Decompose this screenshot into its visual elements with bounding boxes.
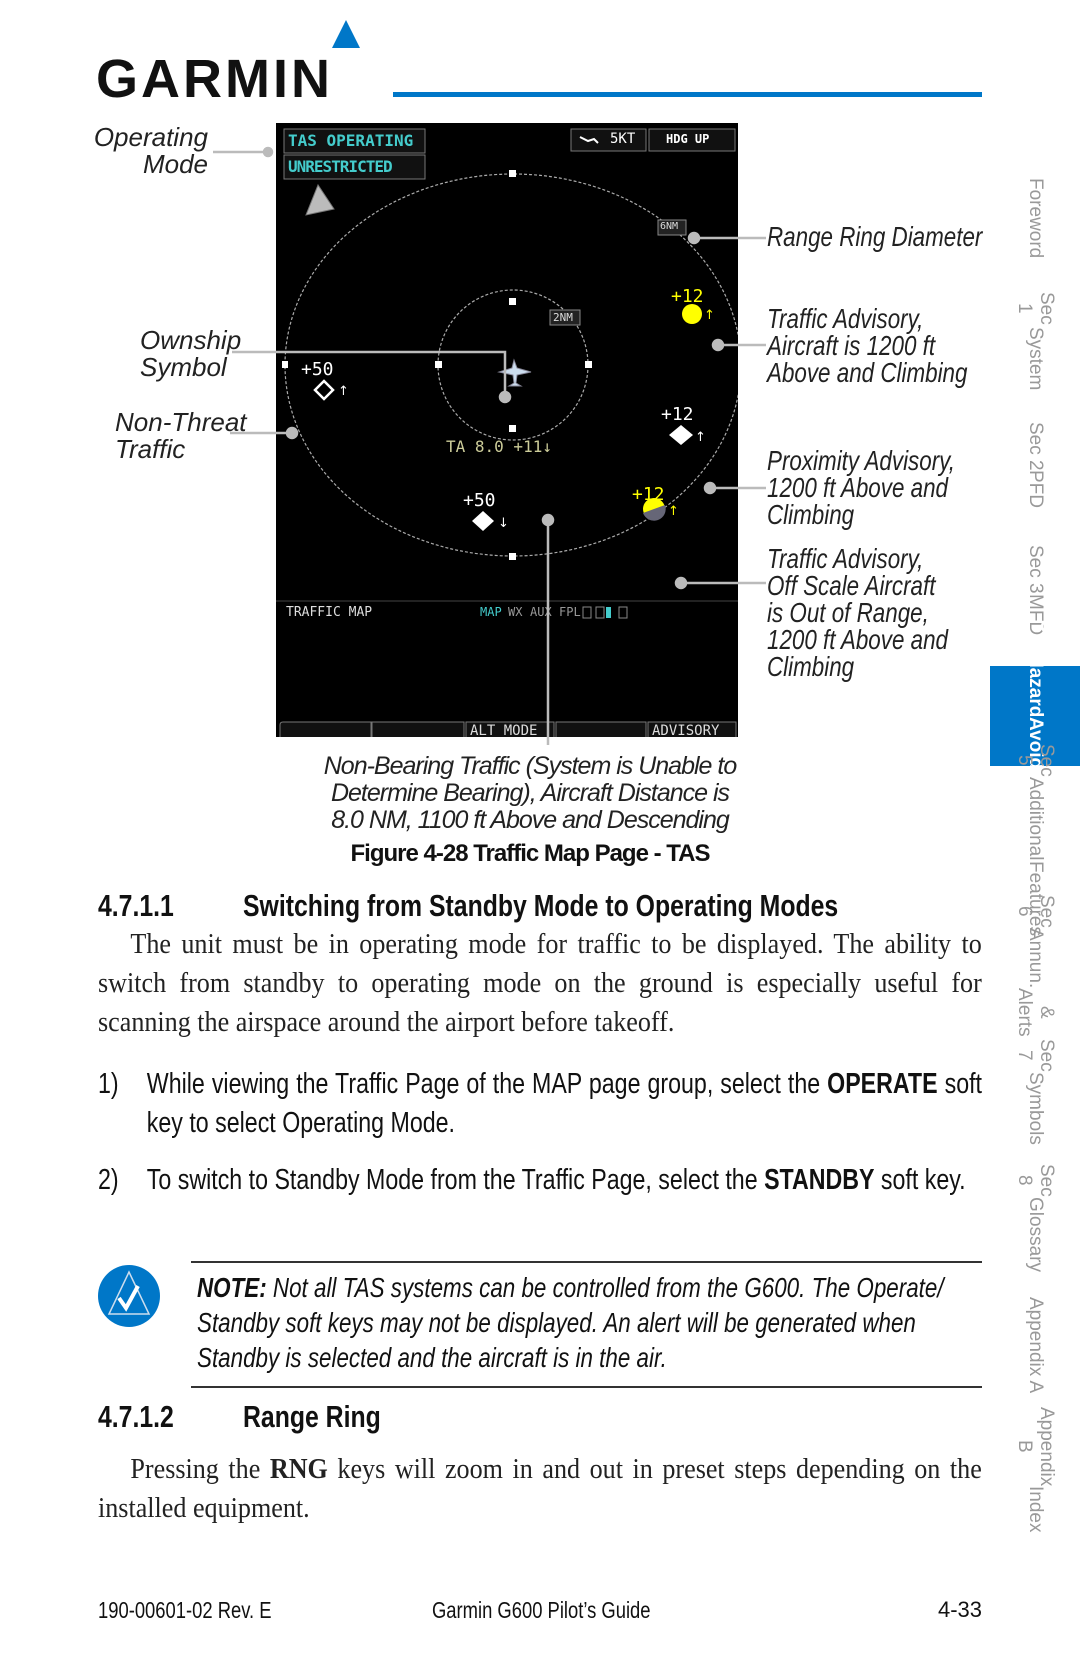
callout-line: Aircraft is 1200 ft xyxy=(767,330,936,361)
tab-sec8[interactable]: Sec 8 Glossary xyxy=(990,1164,1080,1272)
callout-line: Traffic Advisory, xyxy=(767,543,924,574)
tab-label: Sec 8 xyxy=(1014,1164,1057,1197)
step-text-pre: While viewing the Traffic Page of the MA… xyxy=(146,1068,828,1100)
tab-foreword[interactable]: Foreword xyxy=(990,168,1080,268)
callout-line: 8.0 NM, 1100 ft Above and Descending xyxy=(331,806,730,834)
tab-sec7[interactable]: Sec 7 Symbols xyxy=(990,1039,1080,1145)
tab-label: Glossary xyxy=(1025,1196,1046,1272)
body-text: The unit must be in operating mode for t… xyxy=(98,928,982,1038)
note-label: NOTE: xyxy=(197,1272,267,1303)
callout-line: Ownship xyxy=(140,325,242,355)
callout-traffic-advisory: Traffic Advisory, Aircraft is 1200 ft Ab… xyxy=(767,303,968,388)
section-body: Pressing the RNG keys will zoom in and o… xyxy=(98,1450,982,1528)
tab-label: Additional xyxy=(1025,777,1046,861)
step-text-pre: To switch to Standby Mode from the Traff… xyxy=(146,1164,765,1196)
callout-line: Determine Bearing), Aircraft Distance is xyxy=(330,779,730,807)
callout-line: Mode xyxy=(142,149,208,179)
section-body: The unit must be in operating mode for t… xyxy=(98,925,982,1042)
section-number: 4.7.1.2 xyxy=(98,1399,174,1434)
figure-caption: Figure 4-28 Traffic Map Page - TAS xyxy=(350,840,711,867)
tab-label: PFD xyxy=(1025,470,1046,509)
step-text: To switch to Standby Mode from the Traff… xyxy=(147,1161,982,1200)
tab-label: Index xyxy=(1025,1486,1046,1533)
footer-title: Garmin G600 Pilot’s Guide xyxy=(432,1597,651,1623)
tab-label: Hazard xyxy=(1025,653,1046,717)
footer-doc-number: 190-00601-02 Rev. E xyxy=(98,1597,272,1623)
step-2: 2) To switch to Standby Mode from the Tr… xyxy=(98,1161,982,1200)
callout-line: Traffic xyxy=(115,434,186,464)
section-title: Switching from Standby Mode to Operating… xyxy=(243,888,839,923)
tab-sec5[interactable]: Sec 5 Additional Features xyxy=(990,744,1080,935)
callout-non-bearing: Non-Bearing Traffic (System is Unable to… xyxy=(280,753,780,834)
tab-sec1[interactable]: Sec 1 System xyxy=(990,290,1080,390)
tab-label: Sec 6 xyxy=(1014,895,1057,928)
footer-page-number: 4-33 xyxy=(937,1597,982,1622)
tab-label: Sec 4 xyxy=(1014,619,1057,654)
tab-sec6[interactable]: Sec 6 Annun. & Alerts xyxy=(990,895,1080,1037)
tab-label: Sec 2 xyxy=(1025,421,1046,471)
callout-line: Above and Climbing xyxy=(767,357,968,388)
tab-label: & Alerts xyxy=(1014,988,1057,1037)
softkey-name: OPERATE xyxy=(827,1068,938,1100)
step-text-post: soft key. xyxy=(874,1164,966,1196)
note-top-rule xyxy=(191,1261,982,1263)
key-name: RNG xyxy=(269,1453,328,1485)
tab-label: Sec 3 xyxy=(1025,545,1046,594)
tab-label: Sec 7 xyxy=(1014,1039,1057,1072)
callout-line: Off Scale Aircraft xyxy=(767,570,936,601)
step-number: 1) xyxy=(98,1068,119,1100)
callout-range-ring: Range Ring Diameter xyxy=(767,221,983,252)
callout-proximity-advisory: Proximity Advisory, 1200 ft Above and Cl… xyxy=(767,445,955,530)
note-bottom-rule xyxy=(191,1386,982,1388)
section-number: 4.7.1.1 xyxy=(98,888,174,923)
step-number: 2) xyxy=(98,1164,119,1196)
callout-line: Operating xyxy=(93,122,208,152)
callout-line: Symbol xyxy=(140,352,227,382)
step-text: While viewing the Traffic Page of the MA… xyxy=(147,1065,982,1143)
note-check-icon xyxy=(98,1265,160,1327)
callout-ownship: Ownship Symbol xyxy=(140,327,241,381)
callout-operating-mode: Operating Mode xyxy=(90,124,208,178)
tab-sec2[interactable]: Sec 2 PFD xyxy=(990,415,1080,515)
tab-label: Appendix A xyxy=(1025,1296,1046,1394)
callout-off-scale: Traffic Advisory, Off Scale Aircraft is … xyxy=(767,543,949,682)
tab-label: Sec 5 xyxy=(1014,744,1057,778)
tab-appendix-a[interactable]: Appendix A xyxy=(990,1290,1080,1400)
callout-line: 1200 ft Above and xyxy=(767,624,949,655)
tab-label: Sec 1 xyxy=(1014,291,1057,325)
tab-label: Foreword xyxy=(1025,177,1046,259)
note-text: NOTE: Not all TAS systems can be control… xyxy=(197,1270,985,1375)
callout-line: Climbing xyxy=(767,651,855,682)
tab-label: System xyxy=(1025,326,1046,390)
callout-line: 1200 ft Above and xyxy=(767,472,949,503)
callout-line: Climbing xyxy=(767,499,855,530)
callout-line: Proximity Advisory, xyxy=(767,445,955,476)
body-text: Pressing the xyxy=(130,1453,270,1485)
tab-appendix-b-index[interactable]: Appendix B Index xyxy=(990,1407,1080,1533)
callout-line: is Out of Range, xyxy=(767,597,929,628)
tab-label: Annun. xyxy=(1025,927,1046,989)
softkey-name: STANDBY xyxy=(764,1164,875,1196)
note-body: Not all TAS systems can be controlled fr… xyxy=(197,1272,944,1373)
step-1: 1) While viewing the Traffic Page of the… xyxy=(98,1065,982,1143)
callout-line: Non-Bearing Traffic (System is Unable to xyxy=(323,752,737,780)
tab-label: Symbols xyxy=(1025,1071,1046,1145)
callout-line: Non-Threat xyxy=(115,407,247,437)
section-title: Range Ring xyxy=(243,1399,381,1434)
callout-non-threat: Non-Threat Traffic xyxy=(115,409,247,463)
tab-label: Appendix B xyxy=(1014,1407,1057,1487)
callout-line: Traffic Advisory, xyxy=(767,303,924,334)
